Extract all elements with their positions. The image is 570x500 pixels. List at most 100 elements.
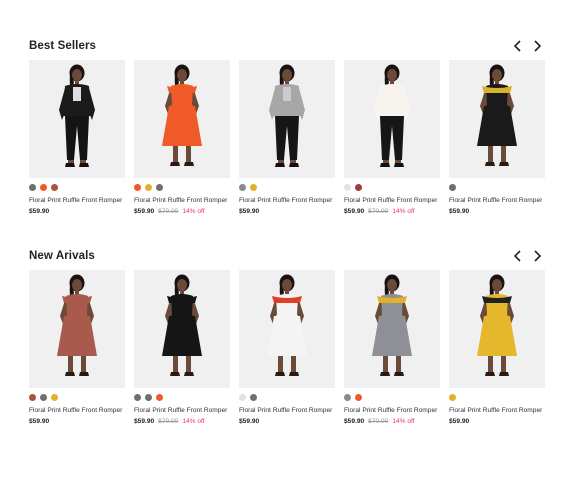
color-swatches bbox=[344, 184, 440, 191]
product-image[interactable] bbox=[134, 60, 230, 178]
product-card[interactable]: Floral Print Ruffle Front Romper $59.90 bbox=[29, 270, 125, 426]
chevron-left-icon[interactable] bbox=[513, 250, 522, 262]
chevron-left-icon[interactable] bbox=[513, 40, 522, 52]
product-price: $59.90 bbox=[449, 208, 470, 215]
color-swatches bbox=[29, 184, 125, 191]
price-row: $59.90 bbox=[449, 207, 545, 216]
chevron-right-icon[interactable] bbox=[533, 250, 542, 262]
product-photo-figure bbox=[162, 274, 202, 376]
color-swatch[interactable] bbox=[29, 394, 36, 401]
product-image[interactable] bbox=[344, 270, 440, 388]
color-swatches bbox=[239, 184, 335, 191]
color-swatch[interactable] bbox=[134, 184, 141, 191]
color-swatch[interactable] bbox=[239, 394, 246, 401]
color-swatch[interactable] bbox=[250, 184, 257, 191]
color-swatches bbox=[134, 184, 230, 191]
product-name[interactable]: Floral Print Ruffle Front Romper bbox=[449, 406, 545, 416]
color-swatch[interactable] bbox=[145, 184, 152, 191]
product-price: $59.90 bbox=[134, 208, 155, 215]
color-swatch[interactable] bbox=[51, 184, 58, 191]
product-image[interactable] bbox=[134, 270, 230, 388]
product-name[interactable]: Floral Print Ruffle Front Romper bbox=[449, 196, 545, 206]
product-card[interactable]: Floral Print Ruffle Front Romper $59.90 $7… bbox=[134, 270, 230, 426]
color-swatches bbox=[449, 184, 545, 191]
product-image[interactable] bbox=[449, 60, 545, 178]
section-header: New Arivals bbox=[29, 250, 544, 266]
color-swatch[interactable] bbox=[239, 184, 246, 191]
section-title: Best Sellers bbox=[29, 40, 97, 52]
discount-badge: 14% off bbox=[392, 208, 415, 215]
product-card[interactable]: Floral Print Ruffle Front Romper $59.90 $7… bbox=[344, 60, 440, 216]
product-name[interactable]: Floral Print Ruffle Front Romper bbox=[239, 406, 335, 416]
color-swatch[interactable] bbox=[51, 394, 58, 401]
color-swatches bbox=[449, 394, 545, 401]
color-swatch[interactable] bbox=[344, 184, 351, 191]
product-price: $59.90 bbox=[134, 418, 155, 425]
color-swatch[interactable] bbox=[449, 394, 456, 401]
price-row: $59.90 bbox=[449, 417, 545, 426]
product-price: $59.90 bbox=[239, 418, 260, 425]
product-name[interactable]: Floral Print Ruffle Front Romper bbox=[134, 196, 230, 206]
product-carousel: Floral Print Ruffle Front Romper $59.90 Fl… bbox=[29, 60, 545, 230]
price-row: $59.90 bbox=[239, 417, 335, 426]
product-name[interactable]: Floral Print Ruffle Front Romper bbox=[344, 406, 440, 416]
color-swatch[interactable] bbox=[134, 394, 141, 401]
carousel-nav bbox=[513, 40, 542, 52]
best-sellers-section: Best Sellers Floral Print Ruffle Front R… bbox=[29, 40, 545, 215]
color-swatch[interactable] bbox=[156, 394, 163, 401]
product-card[interactable]: Floral Print Ruffle Front Romper $59.90 bbox=[239, 270, 335, 426]
product-name[interactable]: Floral Print Ruffle Front Romper bbox=[29, 406, 125, 416]
product-name[interactable]: Floral Print Ruffle Front Romper bbox=[239, 196, 335, 206]
product-image[interactable] bbox=[344, 60, 440, 178]
product-price: $59.90 bbox=[29, 418, 50, 425]
color-swatch[interactable] bbox=[40, 394, 47, 401]
original-price: $70.00 bbox=[158, 418, 179, 425]
product-image[interactable] bbox=[239, 60, 335, 178]
product-price: $59.90 bbox=[239, 208, 260, 215]
product-price: $59.90 bbox=[344, 208, 365, 215]
color-swatch[interactable] bbox=[355, 394, 362, 401]
product-name[interactable]: Floral Print Ruffle Front Romper bbox=[29, 196, 125, 206]
color-swatch[interactable] bbox=[145, 394, 152, 401]
color-swatch[interactable] bbox=[344, 394, 351, 401]
discount-badge: 14% off bbox=[392, 418, 415, 425]
product-price: $59.90 bbox=[449, 418, 470, 425]
price-row: $59.90 bbox=[29, 207, 125, 216]
color-swatch[interactable] bbox=[156, 184, 163, 191]
product-card[interactable]: Floral Print Ruffle Front Romper $59.90 bbox=[449, 60, 545, 216]
chevron-right-icon[interactable] bbox=[533, 40, 542, 52]
price-row: $59.90 bbox=[29, 417, 125, 426]
color-swatches bbox=[134, 394, 230, 401]
product-carousel: Floral Print Ruffle Front Romper $59.90 Fl… bbox=[29, 270, 545, 440]
color-swatch[interactable] bbox=[449, 184, 456, 191]
price-row: $59.90 $70.00 14% off bbox=[134, 207, 230, 216]
product-image[interactable] bbox=[29, 60, 125, 178]
color-swatch[interactable] bbox=[40, 184, 47, 191]
product-image[interactable] bbox=[239, 270, 335, 388]
product-image[interactable] bbox=[29, 270, 125, 388]
price-row: $59.90 $70.00 14% off bbox=[344, 417, 440, 426]
product-image[interactable] bbox=[449, 270, 545, 388]
product-name[interactable]: Floral Print Ruffle Front Romper bbox=[134, 406, 230, 416]
product-card[interactable]: Floral Print Ruffle Front Romper $59.90 $7… bbox=[134, 60, 230, 216]
product-name[interactable]: Floral Print Ruffle Front Romper bbox=[344, 196, 440, 206]
product-card[interactable]: Floral Print Ruffle Front Romper $59.90 bbox=[29, 60, 125, 216]
product-card[interactable]: Floral Print Ruffle Front Romper $59.90 bbox=[449, 270, 545, 426]
discount-badge: 14% off bbox=[182, 208, 205, 215]
discount-badge: 14% off bbox=[182, 418, 205, 425]
new-arrivals-section: New Arivals Floral Print Ruffle Front Ro… bbox=[29, 250, 545, 425]
color-swatch[interactable] bbox=[355, 184, 362, 191]
original-price: $70.00 bbox=[368, 418, 389, 425]
product-photo-figure bbox=[372, 274, 412, 376]
color-swatch[interactable] bbox=[250, 394, 257, 401]
color-swatches bbox=[29, 394, 125, 401]
product-price: $59.90 bbox=[29, 208, 50, 215]
section-title: New Arivals bbox=[29, 250, 95, 262]
color-swatch[interactable] bbox=[29, 184, 36, 191]
product-card[interactable]: Floral Print Ruffle Front Romper $59.90 bbox=[239, 60, 335, 216]
price-row: $59.90 bbox=[239, 207, 335, 216]
product-photo-figure bbox=[269, 64, 305, 167]
price-row: $59.90 $70.00 14% off bbox=[344, 207, 440, 216]
original-price: $70.00 bbox=[158, 208, 179, 215]
product-card[interactable]: Floral Print Ruffle Front Romper $59.90 $7… bbox=[344, 270, 440, 426]
